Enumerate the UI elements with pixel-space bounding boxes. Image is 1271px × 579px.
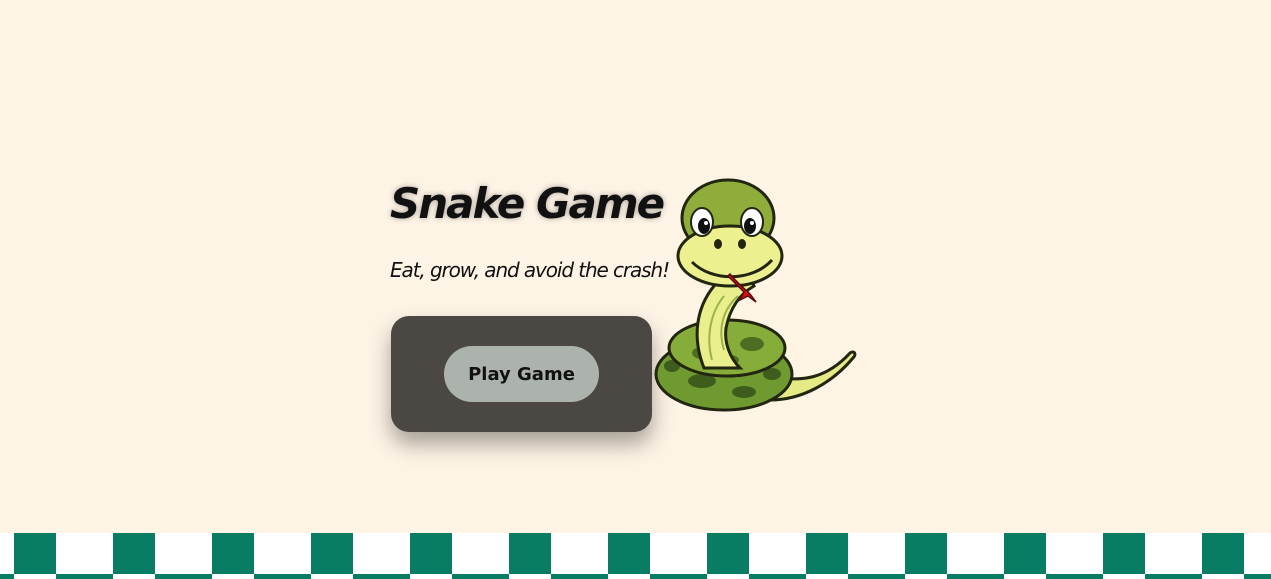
checker-row-top <box>0 533 1271 574</box>
menu-panel: Play Game <box>391 316 652 432</box>
game-tagline: Eat, grow, and avoid the crash! <box>390 258 670 282</box>
hero-section: Snake Game Eat, grow, and avoid the cras… <box>390 178 860 438</box>
snake-mascot-icon <box>654 178 857 412</box>
game-title: Snake Game <box>390 179 665 228</box>
play-game-button[interactable]: Play Game <box>444 346 599 402</box>
checker-row-bottom <box>0 574 1271 579</box>
checkered-border <box>0 533 1271 579</box>
